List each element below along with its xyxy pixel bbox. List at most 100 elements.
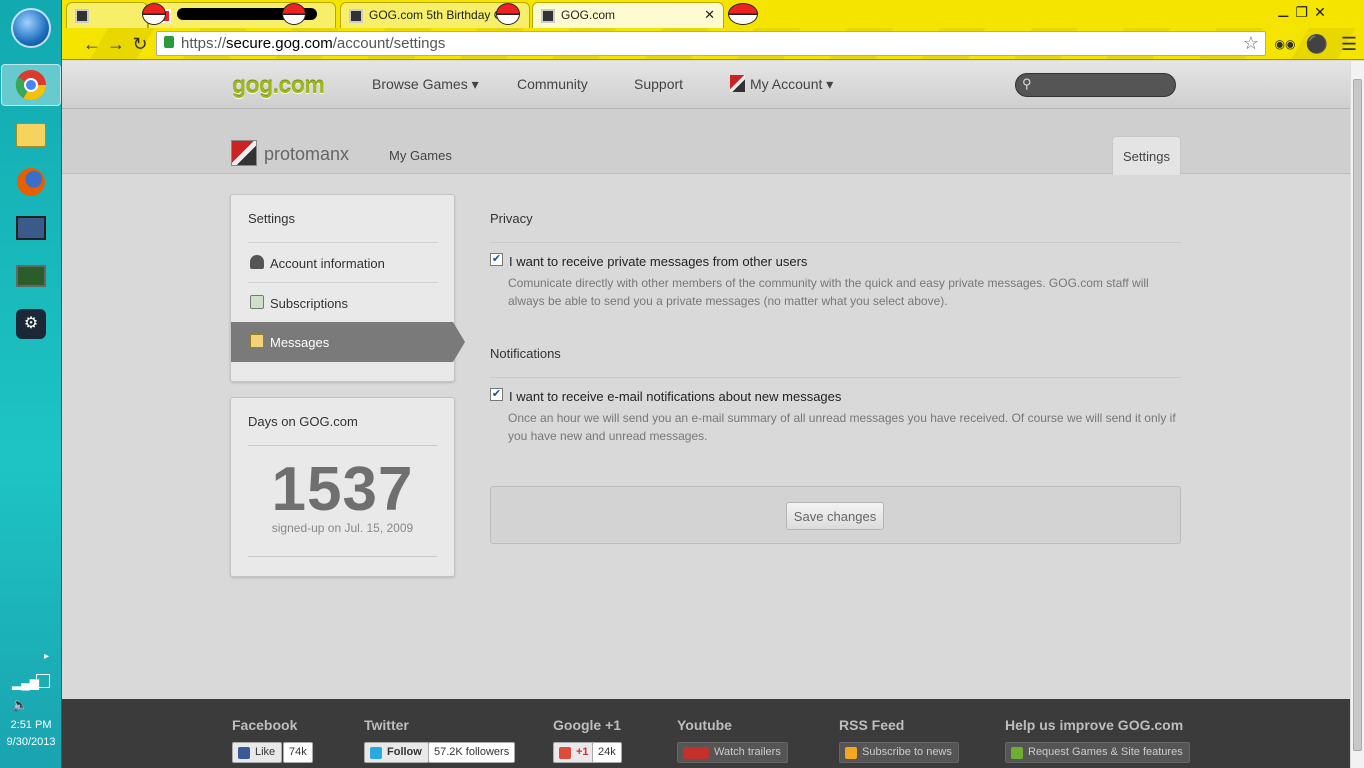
address-bar[interactable]: https://secure.gog.com/account/settings …	[156, 31, 1266, 56]
lock-icon	[164, 36, 174, 48]
facebook-icon	[238, 747, 250, 759]
bookmark-star-icon[interactable]: ☆	[1243, 33, 1259, 54]
start-button[interactable]	[11, 8, 51, 48]
chrome-icon[interactable]	[1, 64, 61, 106]
show-hidden-icons-icon[interactable]: ▸	[44, 651, 49, 662]
days-on-gog-panel: Days on GOG.com 1537 signed-up on Jul. 1…	[230, 397, 455, 577]
network-icon[interactable]: ▂▄▆	[12, 676, 39, 690]
nav-my-account[interactable]: My Account ▾	[750, 76, 833, 93]
site-footer: Facebook Like 74k Twitter Follow 57.2K f…	[62, 699, 1350, 768]
menu-icon[interactable]: ☰	[1337, 32, 1361, 56]
private-messages-checkbox[interactable]: ✔	[490, 253, 503, 266]
footer-facebook-title: Facebook	[232, 717, 298, 733]
privacy-title: Privacy	[490, 211, 533, 226]
page-scrollbar[interactable]	[1350, 61, 1364, 768]
site-header: gog.com Browse Games ▾ Community Support…	[62, 61, 1350, 109]
close-tab-icon[interactable]: ✕	[704, 7, 715, 23]
request-features-button[interactable]: Request Games & Site features	[1005, 742, 1190, 763]
tab-settings[interactable]: Settings	[1112, 136, 1181, 175]
footer-google-title: Google +1	[553, 717, 622, 733]
extension-icon[interactable]: ◉◉	[1273, 32, 1297, 56]
url-scheme: https://	[181, 35, 227, 52]
gog-favicon-icon	[541, 9, 555, 23]
email-notifications-label[interactable]: I want to receive e-mail notifications a…	[509, 389, 841, 404]
privacy-description: Comunicate directly with other members o…	[508, 276, 1149, 308]
twitter-count: 57.2K followers	[428, 742, 516, 763]
my-games-link[interactable]: My Games	[389, 148, 452, 163]
file-explorer-icon[interactable]	[11, 115, 51, 155]
sidebar-title: Settings	[248, 211, 295, 226]
sidebar-item-subscriptions[interactable]: Subscriptions	[248, 282, 438, 322]
messages-icon	[250, 334, 264, 348]
twitter-follow-button[interactable]: Follow	[364, 742, 429, 763]
tab-strip: GOG.com 5th Birthday G GOG.com ✕ ⚊❐✕	[62, 0, 1364, 28]
save-panel: Save changes	[490, 486, 1181, 544]
terminal-icon[interactable]	[11, 256, 51, 296]
steam-icon[interactable]: ⚙	[11, 304, 51, 344]
notifications-title: Notifications	[490, 346, 561, 361]
plus-icon	[1011, 747, 1023, 759]
nav-support[interactable]: Support	[634, 76, 683, 92]
youtube-icon	[683, 747, 709, 759]
settings-sidebar: Settings Account information Subscriptio…	[230, 194, 465, 382]
facebook-like-button[interactable]: Like	[232, 742, 283, 763]
power-icon[interactable]	[36, 674, 50, 688]
tab-1[interactable]	[66, 2, 148, 28]
new-tab-button[interactable]	[728, 3, 758, 25]
private-messages-label[interactable]: I want to receive private messages from …	[509, 254, 807, 269]
nav-community[interactable]: Community	[517, 76, 588, 92]
windows-taskbar: ⚙ ▸ ▂▄▆ 🔈 2:51 PM 9/30/2013	[0, 0, 62, 768]
gog-logo[interactable]: gog.com	[232, 72, 325, 99]
notifications-description: Once an hour we will send you an e-mail …	[508, 411, 1176, 443]
scrollbar-thumb[interactable]	[1353, 79, 1362, 751]
footer-twitter-title: Twitter	[364, 717, 409, 733]
web-page: gog.com Browse Games ▾ Community Support…	[62, 61, 1350, 768]
search-input[interactable]: ⚲	[1015, 73, 1176, 97]
pokeball-decoration	[496, 3, 520, 25]
subscribe-news-button[interactable]: Subscribe to news	[839, 742, 959, 763]
sidebar-item-messages[interactable]: Messages	[231, 322, 465, 362]
clock-date[interactable]: 9/30/2013	[0, 736, 62, 748]
firefox-icon[interactable]	[11, 162, 51, 202]
footer-rss-title: RSS Feed	[839, 717, 905, 733]
google-count: 24k	[592, 742, 622, 763]
google-plus-icon	[559, 747, 571, 759]
search-icon: ⚲	[1022, 76, 1032, 91]
adblock-icon[interactable]: ⚫	[1305, 32, 1329, 56]
email-notifications-checkbox[interactable]: ✔	[490, 388, 503, 401]
divider	[248, 445, 437, 446]
divider	[490, 377, 1181, 378]
signup-date: signed-up on Jul. 15, 2009	[271, 521, 414, 535]
monitor-icon[interactable]	[11, 208, 51, 248]
browser-toolbar: ← → ↻ https://secure.gog.com/account/set…	[62, 28, 1364, 60]
tab-gog[interactable]: GOG.com ✕	[532, 2, 724, 28]
divider	[248, 556, 437, 557]
username[interactable]: protomanx	[264, 144, 349, 165]
google-plus-one-button[interactable]: +1	[553, 742, 596, 763]
days-count: 1537	[271, 455, 414, 524]
nav-browse-games[interactable]: Browse Games ▾	[372, 76, 479, 93]
divider	[490, 242, 1181, 243]
reload-icon[interactable]: ↻	[128, 32, 152, 56]
back-arrow-icon[interactable]: ←	[80, 32, 104, 56]
window-controls[interactable]: ⚊❐✕	[1277, 4, 1347, 24]
pokeball-decoration	[142, 3, 166, 25]
watch-trailers-button[interactable]: Watch trailers	[677, 742, 788, 763]
facebook-count: 74k	[283, 742, 313, 763]
tab-favicon-icon	[75, 9, 89, 23]
pokeball-decoration	[282, 3, 306, 25]
user-icon	[250, 255, 264, 269]
avatar[interactable]	[231, 140, 257, 166]
days-title: Days on GOG.com	[248, 414, 358, 429]
tab-2[interactable]	[148, 2, 336, 28]
save-changes-button[interactable]: Save changes	[786, 502, 884, 530]
volume-icon[interactable]: 🔈	[12, 697, 28, 713]
account-avatar[interactable]	[730, 75, 745, 92]
footer-youtube-title: Youtube	[677, 717, 732, 733]
newsletter-icon	[250, 295, 264, 309]
url-path: /account/settings	[332, 35, 446, 52]
rss-icon	[845, 747, 857, 759]
clock-time[interactable]: 2:51 PM	[0, 719, 62, 731]
sidebar-item-account-information[interactable]: Account information	[248, 242, 438, 282]
forward-arrow-icon[interactable]: →	[104, 32, 128, 56]
